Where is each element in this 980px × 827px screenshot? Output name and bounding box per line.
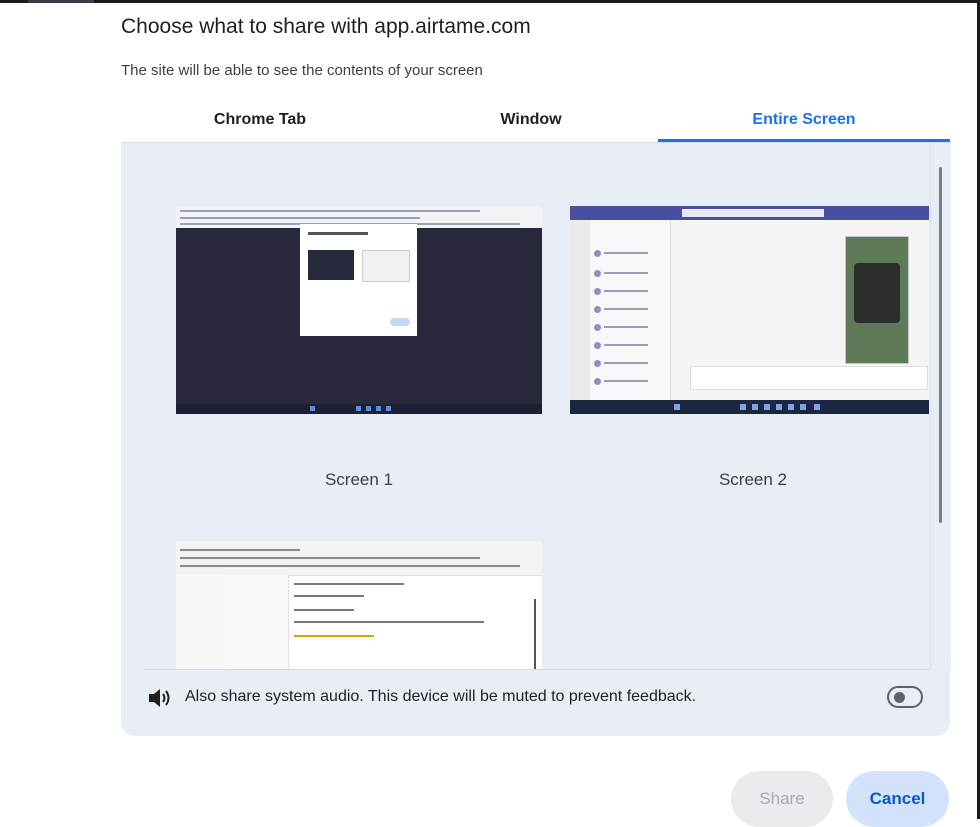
screen-2-label: Screen 2 bbox=[718, 470, 788, 489]
screen-2-titlebar bbox=[570, 206, 929, 220]
screen-3-message-list bbox=[226, 575, 289, 669]
screens-panel: Screen 1 Screen 2 bbox=[121, 143, 950, 736]
screen-3-text-line bbox=[294, 595, 364, 597]
system-audio-toggle[interactable] bbox=[887, 686, 923, 708]
screen-2-taskbar-icon bbox=[776, 404, 782, 410]
screen-2-chat-row bbox=[594, 270, 662, 278]
screen-1-tabstrip bbox=[180, 210, 480, 212]
screen-1-dialog-title-line bbox=[308, 232, 368, 235]
screen-1-taskbar-icon bbox=[356, 406, 361, 411]
screen-3-scrollbar bbox=[534, 599, 536, 669]
screen-1-label: Screen 1 bbox=[324, 470, 394, 489]
system-audio-row: Also share system audio. This device wil… bbox=[121, 670, 950, 728]
screen-2-taskbar-icon bbox=[764, 404, 770, 410]
screen-1-taskbar-icon bbox=[386, 406, 391, 411]
window-top-edge-segment bbox=[28, 0, 94, 3]
screen-3-text-line bbox=[294, 621, 484, 623]
screen-3-ribbon-line bbox=[180, 565, 520, 567]
screen-2-taskbar-icon bbox=[788, 404, 794, 410]
screen-2-taskbar-icon bbox=[740, 404, 746, 410]
screen-3-ribbon-line bbox=[180, 557, 480, 559]
screens-grid: Screen 1 Screen 2 bbox=[141, 143, 929, 669]
screen-2-taskbar-icon bbox=[752, 404, 758, 410]
screen-2-chat-row bbox=[594, 324, 662, 332]
screen-1-mini-button bbox=[390, 318, 410, 326]
screen-2-chat-row bbox=[594, 250, 662, 258]
screen-2-chat-list bbox=[590, 220, 671, 402]
screen-1-mini-thumb-2 bbox=[362, 250, 410, 282]
screen-2-chat-row bbox=[594, 288, 662, 296]
screen-3-text-line bbox=[294, 609, 354, 611]
screen-1-taskbar-icon bbox=[366, 406, 371, 411]
screen-1-mini-thumb-1 bbox=[308, 250, 354, 280]
screen-2-chat-row bbox=[594, 360, 662, 368]
screen-2-chat-row bbox=[594, 306, 662, 314]
window-top-edge bbox=[0, 0, 980, 3]
screen-2-chat-row bbox=[594, 342, 662, 350]
dialog-subtitle: The site will be able to see the content… bbox=[121, 62, 483, 79]
dialog-title: Choose what to share with app.airtame.co… bbox=[121, 15, 531, 38]
tab-entire-screen-label: Entire Screen bbox=[752, 111, 856, 128]
screen-1-taskbar bbox=[176, 404, 542, 414]
screen-2-taskbar-icon bbox=[674, 404, 680, 410]
screen-2-taskbar-icon bbox=[800, 404, 806, 410]
screens-scrollbar[interactable] bbox=[930, 143, 951, 669]
screen-2-taskbar-icon bbox=[814, 404, 820, 410]
speaker-icon bbox=[149, 689, 170, 707]
screen-1-taskbar-icon bbox=[376, 406, 381, 411]
screen-3-highlight-line bbox=[294, 635, 374, 637]
screen-1-dialog-preview bbox=[300, 224, 417, 336]
screen-2-phone-card bbox=[854, 263, 900, 323]
tab-chrome-tab[interactable]: Chrome Tab bbox=[121, 102, 399, 142]
system-audio-label: Also share system audio. This device wil… bbox=[185, 688, 697, 705]
screen-2-search-bar bbox=[682, 209, 824, 217]
screen-2-thumbnail[interactable] bbox=[570, 206, 929, 414]
screen-3-text-line bbox=[294, 583, 404, 585]
screen-1-thumbnail[interactable] bbox=[176, 206, 542, 414]
screen-1-addressbar bbox=[180, 217, 420, 219]
screen-2-taskbar bbox=[570, 400, 929, 414]
screen-2-chat-row bbox=[594, 378, 662, 386]
screen-2-compose-box bbox=[690, 366, 928, 390]
screen-2-app-rail bbox=[570, 220, 590, 402]
share-source-tabs: Chrome Tab Window Entire Screen bbox=[121, 102, 950, 142]
screen-3-thumbnail[interactable] bbox=[176, 541, 542, 669]
screen-3-ribbon bbox=[176, 541, 542, 576]
screen-3-folder-pane bbox=[176, 575, 227, 669]
tab-entire-screen[interactable]: Entire Screen bbox=[658, 102, 950, 142]
tab-window[interactable]: Window bbox=[393, 102, 669, 142]
screens-scrollbar-thumb[interactable] bbox=[939, 167, 942, 523]
screen-3-ribbon-line bbox=[180, 549, 300, 551]
screen-3-reading-pane bbox=[288, 575, 542, 669]
screen-1-taskbar-icon bbox=[310, 406, 315, 411]
system-audio-toggle-knob bbox=[894, 692, 905, 703]
screen-2-phone-image bbox=[845, 236, 909, 364]
